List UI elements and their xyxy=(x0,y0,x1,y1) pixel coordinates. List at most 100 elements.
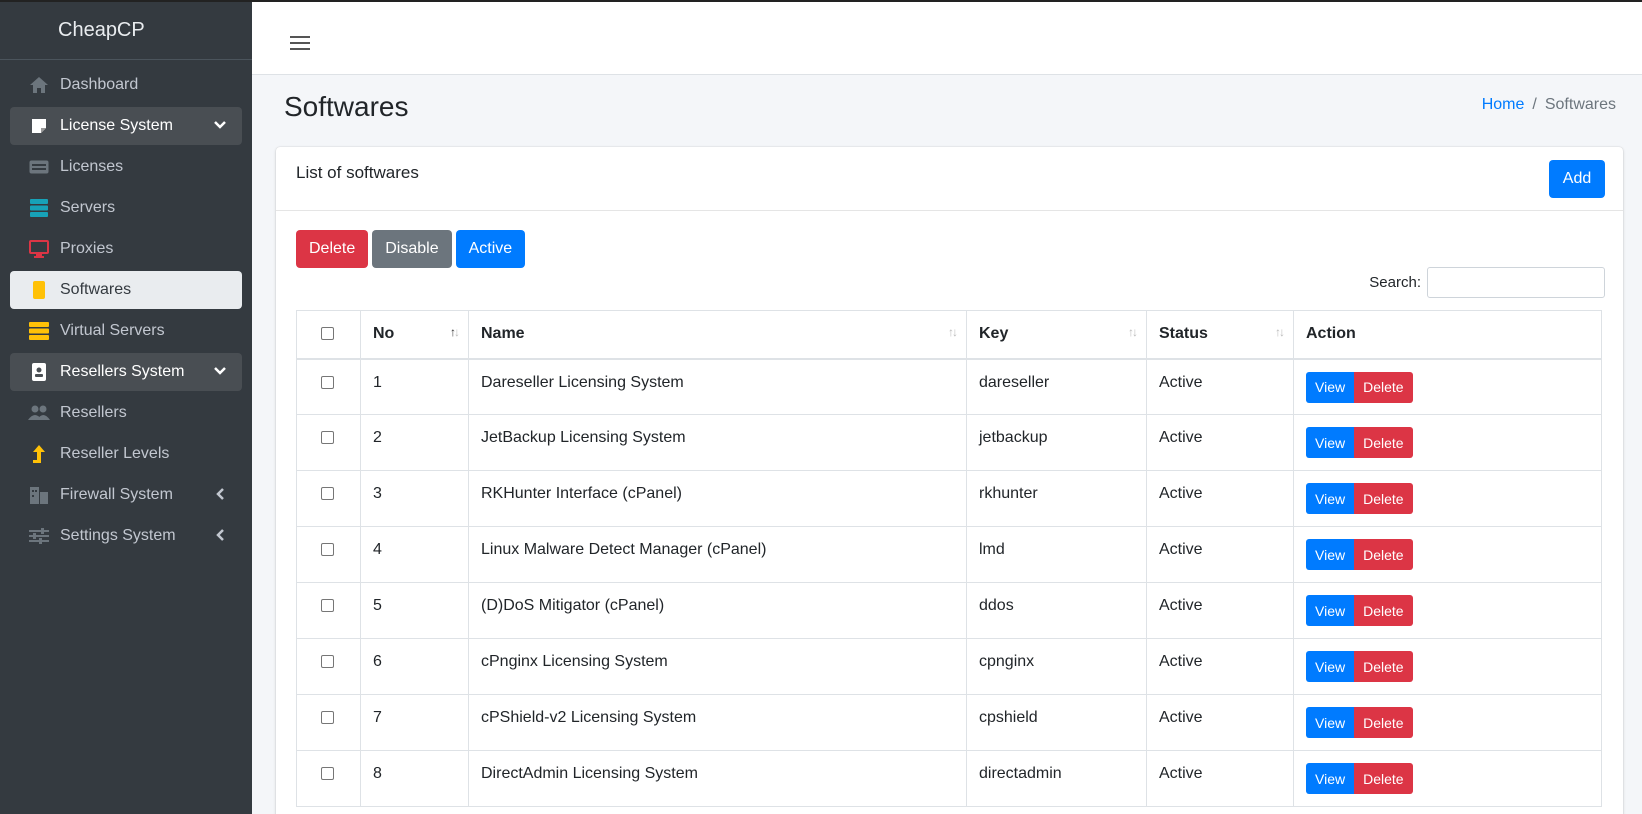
card-title: List of softwares xyxy=(296,163,419,182)
column-header-key[interactable]: Key ↑↓ xyxy=(966,310,1147,360)
id-badge-icon xyxy=(28,362,50,382)
delete-button[interactable]: Delete xyxy=(1354,427,1413,458)
sidebar-item-dashboard[interactable]: Dashboard xyxy=(10,66,242,104)
sidebar-item-servers[interactable]: Servers xyxy=(10,189,242,227)
breadcrumb-current: Softwares xyxy=(1544,96,1616,113)
row-checkbox[interactable] xyxy=(321,599,334,612)
cell-no: 6 xyxy=(360,638,469,695)
chevron-left-icon xyxy=(212,527,228,543)
column-header-action-label: Action xyxy=(1306,325,1356,342)
sort-icon: ↑↓ xyxy=(1275,325,1285,339)
sidebar-item-resellers[interactable]: Resellers xyxy=(10,394,242,432)
search-input[interactable] xyxy=(1427,267,1605,298)
cell-key: cpshield xyxy=(966,694,1147,751)
delete-button[interactable]: Delete xyxy=(1354,651,1413,682)
view-button[interactable]: View xyxy=(1306,539,1355,570)
column-header-status[interactable]: Status ↑↓ xyxy=(1146,310,1294,360)
sidebar-item-license-system[interactable]: License System xyxy=(10,107,242,145)
column-header-no[interactable]: No ↑↓ xyxy=(360,310,469,360)
bulk-delete-button[interactable]: Delete xyxy=(296,230,369,268)
row-checkbox[interactable] xyxy=(321,655,334,668)
add-button[interactable]: Add xyxy=(1549,160,1605,198)
cell-status: Active xyxy=(1146,582,1294,639)
cell-name: Linux Malware Detect Manager (cPanel) xyxy=(468,526,967,583)
sidebar-item-proxies[interactable]: Proxies xyxy=(10,230,242,268)
table-row: 6 cPnginx Licensing System cpnginx Active Vi… xyxy=(296,638,1602,695)
view-button[interactable]: View xyxy=(1306,651,1355,682)
keyboard-icon xyxy=(28,157,50,177)
delete-button[interactable]: Delete xyxy=(1354,371,1413,403)
card-header: List of softwares Add xyxy=(276,147,1623,211)
cell-no: 3 xyxy=(360,470,469,527)
view-button[interactable]: View xyxy=(1306,483,1355,514)
delete-button[interactable]: Delete xyxy=(1354,707,1413,738)
column-header-key-label: Key xyxy=(979,325,1009,342)
delete-button[interactable]: Delete xyxy=(1354,595,1413,626)
menu-toggle-icon[interactable] xyxy=(290,36,310,52)
row-checkbox[interactable] xyxy=(321,487,334,500)
sticky-note-icon xyxy=(28,116,50,136)
sidebar-item-firewall-system[interactable]: Firewall System xyxy=(10,476,242,514)
cell-action: View Delete xyxy=(1293,582,1602,639)
select-all-checkbox[interactable] xyxy=(321,327,334,340)
row-checkbox[interactable] xyxy=(321,375,334,389)
sidebar-item-licenses[interactable]: Licenses xyxy=(10,148,242,186)
row-select-cell xyxy=(296,638,361,695)
chevron-left-icon xyxy=(212,486,228,502)
cell-status: Active xyxy=(1146,470,1294,527)
bulk-active-button[interactable]: Active xyxy=(455,230,526,268)
table-row: 4 Linux Malware Detect Manager (cPanel) lm… xyxy=(296,526,1602,583)
bulk-actions: Delete Disable Active xyxy=(296,230,526,268)
column-header-name[interactable]: Name ↑↓ xyxy=(468,310,967,360)
sidebar-item-resellers-system[interactable]: Resellers System xyxy=(10,353,242,391)
cell-key: directadmin xyxy=(966,750,1147,807)
cell-action: View Delete xyxy=(1293,750,1602,807)
cell-status: Active xyxy=(1146,750,1294,807)
row-select-cell xyxy=(296,358,361,415)
view-button[interactable]: View xyxy=(1306,763,1355,794)
cell-action: View Delete xyxy=(1293,526,1602,583)
cell-no: 7 xyxy=(360,694,469,751)
table-row: 8 DirectAdmin Licensing System directadmin… xyxy=(296,750,1602,807)
view-button[interactable]: View xyxy=(1306,595,1355,626)
sidebar-item-label: Firewall System xyxy=(60,486,173,503)
delete-button[interactable]: Delete xyxy=(1354,483,1413,514)
view-button[interactable]: View xyxy=(1306,427,1355,458)
cell-action: View Delete xyxy=(1293,638,1602,695)
sidebar-item-label: Virtual Servers xyxy=(60,322,165,339)
row-checkbox[interactable] xyxy=(321,543,334,556)
cell-no: 1 xyxy=(360,358,469,415)
sidebar: CheapCP Dashboard License System Licenses S… xyxy=(0,0,252,814)
table-row: 3 RKHunter Interface (cPanel) rkhunter Acti… xyxy=(296,470,1602,527)
building-icon xyxy=(28,485,50,505)
brand-logo[interactable]: CheapCP xyxy=(0,2,252,60)
table-row: 1 Dareseller Licensing System dareseller Ac… xyxy=(296,358,1602,415)
sidebar-item-label: Proxies xyxy=(60,240,114,257)
bulk-disable-button[interactable]: Disable xyxy=(372,230,452,268)
table-row: 7 cPShield-v2 Licensing System cpshield Act… xyxy=(296,694,1602,751)
cell-status: Active xyxy=(1146,358,1294,415)
row-checkbox[interactable] xyxy=(321,711,334,724)
cell-no: 5 xyxy=(360,582,469,639)
row-checkbox[interactable] xyxy=(321,767,334,780)
row-checkbox[interactable] xyxy=(321,431,334,444)
table-row: 2 JetBackup Licensing System jetbackup Acti… xyxy=(296,414,1602,471)
view-button[interactable]: View xyxy=(1306,371,1355,403)
delete-button[interactable]: Delete xyxy=(1354,763,1413,794)
sidebar-item-label: Dashboard xyxy=(60,76,139,93)
sidebar-item-virtual-servers[interactable]: Virtual Servers xyxy=(10,312,242,350)
row-select-cell xyxy=(296,694,361,751)
view-button[interactable]: View xyxy=(1306,707,1355,738)
monitor-icon xyxy=(28,239,50,259)
table-body: 1 Dareseller Licensing System dareseller Ac… xyxy=(296,358,1602,807)
breadcrumb-home-link[interactable]: Home xyxy=(1482,96,1525,114)
sidebar-item-reseller-levels[interactable]: Reseller Levels xyxy=(10,435,242,473)
server-icon xyxy=(28,198,50,218)
sidebar-item-label: Servers xyxy=(60,199,116,216)
delete-button[interactable]: Delete xyxy=(1354,539,1413,570)
cell-action: View Delete xyxy=(1293,694,1602,751)
cell-status: Active xyxy=(1146,638,1294,695)
cell-name: DirectAdmin Licensing System xyxy=(468,750,967,807)
sidebar-item-softwares[interactable]: Softwares xyxy=(10,271,242,309)
sidebar-item-settings-system[interactable]: Settings System xyxy=(10,517,242,555)
